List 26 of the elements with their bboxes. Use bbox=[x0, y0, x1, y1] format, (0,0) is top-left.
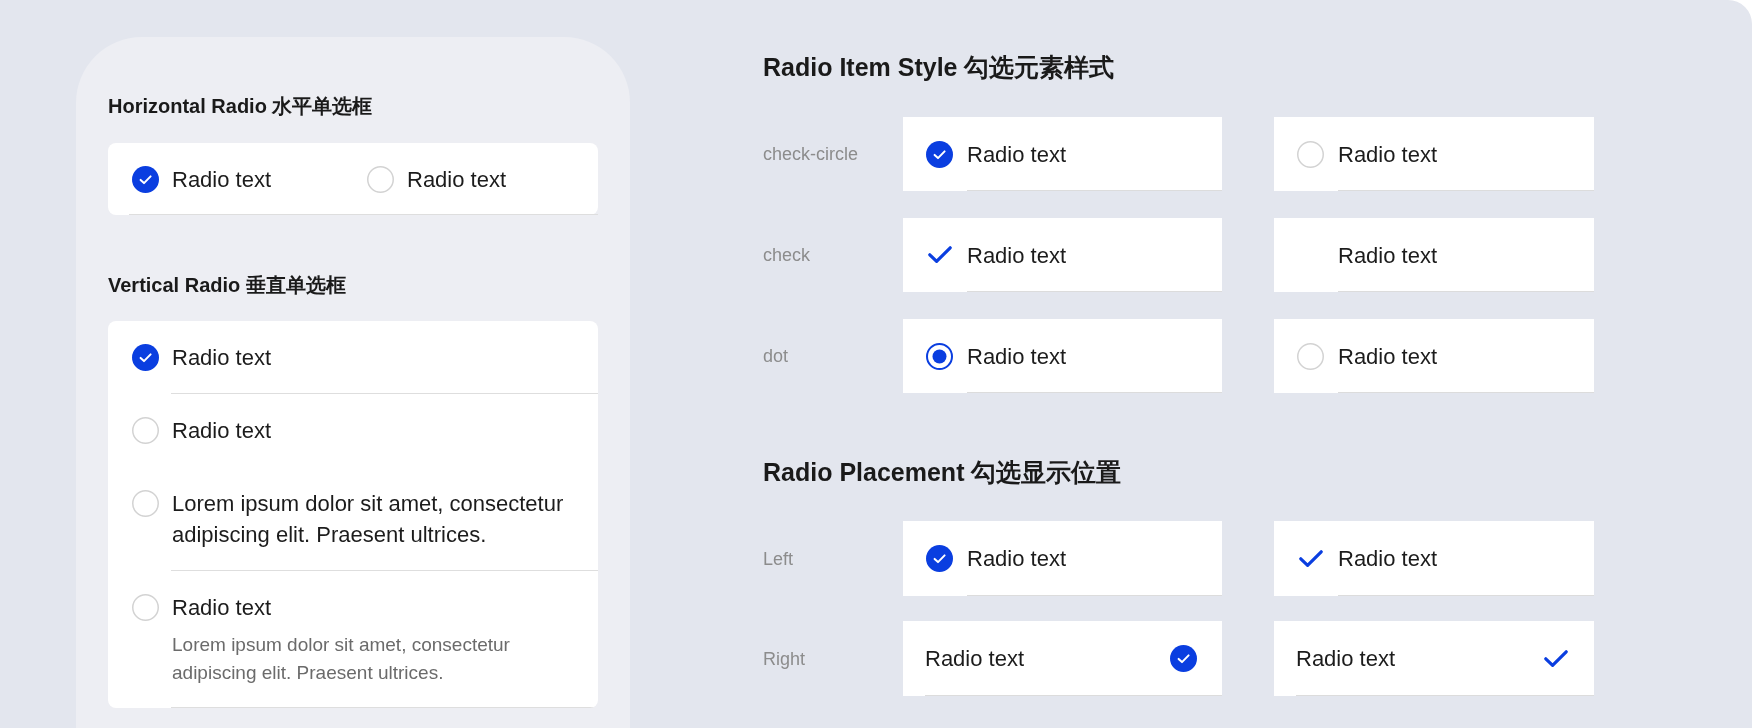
radio-option[interactable]: Lorem ipsum dolor sit amet, consectetur adipiscing elit. Praesent ultrices. bbox=[132, 488, 578, 550]
radio-option[interactable]: Radio text bbox=[1274, 218, 1594, 292]
radio-option[interactable]: Radio text bbox=[1274, 319, 1594, 393]
radio-option[interactable]: Radio text bbox=[1274, 117, 1594, 191]
radio-option[interactable]: Radio text bbox=[1274, 621, 1594, 696]
radio-option[interactable]: Radio text bbox=[903, 521, 1222, 596]
radio-option[interactable]: Radio text bbox=[132, 163, 367, 195]
row-label: dot bbox=[763, 345, 790, 368]
section-title: Radio Item Style 勾选元素样式 bbox=[763, 52, 1116, 83]
row-label: check-circle bbox=[763, 143, 860, 166]
radio-option[interactable]: Radio text bbox=[903, 218, 1222, 292]
radio-option[interactable]: Radio text bbox=[903, 117, 1222, 191]
radio-option[interactable]: Radio text bbox=[903, 319, 1222, 393]
radio-option[interactable]: Radio text bbox=[132, 415, 578, 446]
row-label: Right bbox=[763, 647, 807, 671]
radio-option[interactable]: Radio text bbox=[132, 592, 578, 623]
radio-option[interactable]: Radio text bbox=[1274, 521, 1594, 596]
row-label: Left bbox=[763, 547, 795, 571]
row-label: check bbox=[763, 244, 812, 267]
section-title: Vertical Radio 垂直单选框 bbox=[108, 273, 347, 298]
radio-option[interactable]: Radio text bbox=[367, 163, 507, 195]
radio-option[interactable]: Radio text bbox=[903, 621, 1222, 696]
section-title: Radio Placement 勾选显示位置 bbox=[763, 457, 1123, 488]
option-description: Lorem ipsum dolor sit amet, consectetur adipiscing elit. Praesent ultrices. bbox=[171, 633, 511, 685]
section-title: Horizontal Radio 水平单选框 bbox=[108, 94, 374, 119]
radio-option[interactable]: Radio text bbox=[132, 342, 578, 373]
